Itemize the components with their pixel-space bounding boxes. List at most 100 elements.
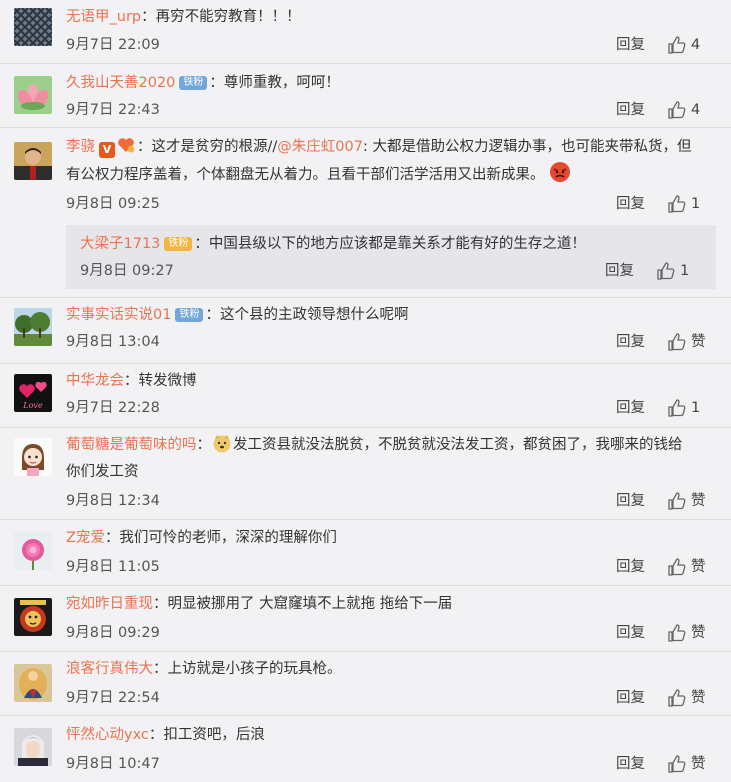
reply-button[interactable]: 回复 <box>616 557 645 577</box>
avatar[interactable] <box>14 664 52 702</box>
comment-text: 宛如昨日重现：明显被挪用了 大窟窿填不上就拖 拖给下一届 <box>66 591 713 618</box>
timestamp: 9月8日 09:25 <box>66 196 160 212</box>
comment-text: 实事实话实说01 铁粉 ：这个县的主政领导想什么呢啊 <box>66 302 713 329</box>
comment-item: 无语甲_urp：再穷不能穷教育！！！ 9月7日 22:09 回复 4 <box>0 0 731 64</box>
comment-meta: 9月8日 11:05 回复 赞 <box>66 557 721 577</box>
like-count: 1 <box>691 400 701 416</box>
avatar[interactable]: Love <box>14 374 52 412</box>
timestamp: 9月7日 22:43 <box>66 102 160 118</box>
thumbs-up-icon <box>668 689 686 707</box>
thumbs-up-icon <box>668 195 686 213</box>
thumbs-up-icon <box>668 36 686 54</box>
timestamp: 9月8日 09:29 <box>66 625 160 641</box>
comment-meta: 9月7日 22:43 回复 4 <box>66 100 721 120</box>
reply-button[interactable]: 回复 <box>605 261 634 281</box>
avatar[interactable] <box>14 308 52 346</box>
like-button[interactable]: 赞 <box>661 688 717 708</box>
like-button[interactable]: 赞 <box>661 332 717 352</box>
angry-face-icon <box>549 162 570 182</box>
like-count: 4 <box>691 102 701 118</box>
avatar[interactable] <box>14 728 52 766</box>
avatar[interactable] <box>14 8 52 46</box>
comment-text: 久我山天善2020 铁粉 ：尊师重教，呵呵！ <box>66 70 713 97</box>
avatar[interactable] <box>14 76 52 114</box>
username[interactable]: 无语甲_urp <box>66 9 141 25</box>
username[interactable]: 葡萄糖是葡萄味的吗 <box>66 437 197 453</box>
comment-body: ：明显被挪用了 大窟窿填不上就拖 拖给下一届 <box>153 596 453 612</box>
like-button[interactable]: 1 <box>650 261 706 281</box>
like-count: 1 <box>680 263 690 279</box>
username[interactable]: 大梁子1713 <box>80 236 160 252</box>
reply-button[interactable]: 回复 <box>616 35 645 55</box>
reply-button[interactable]: 回复 <box>616 100 645 120</box>
username[interactable]: 实事实话实说01 <box>66 307 171 323</box>
comment-meta: 9月8日 10:47 回复 赞 <box>66 754 721 774</box>
comment-item: 浪客行真伟大：上访就是小孩子的玩具枪。 9月7日 22:54 回复 赞 <box>0 652 731 716</box>
like-count: 1 <box>691 196 701 212</box>
comment-body-line2: 有公权力程序盖着，个体翻盘无从着力。且看干部们活学活用又出新成果。 <box>66 167 545 183</box>
comment-body: ：这个县的主政领导想什么呢啊 <box>205 307 409 323</box>
mention-link[interactable]: @朱庄虹007 <box>277 139 363 155</box>
avatar[interactable] <box>14 438 52 476</box>
username[interactable]: 久我山天善2020 <box>66 75 175 91</box>
reply-button[interactable]: 回复 <box>616 491 645 511</box>
comment-meta: 9月7日 22:54 回复 赞 <box>66 688 721 708</box>
like-button[interactable]: 赞 <box>661 557 717 577</box>
timestamp: 9月8日 13:04 <box>66 334 160 350</box>
username[interactable]: 李骁 <box>66 139 95 155</box>
comment-item: 李骁 V ：这才是贫穷的根源//@朱庄虹007: 大都是借助公权力逻辑办事，也可能夹… <box>0 128 731 298</box>
fan-badge: 铁粉 <box>175 308 204 322</box>
username[interactable]: 浪客行真伟大 <box>66 661 153 677</box>
comment-body: ：我们可怜的老师，深深的理解你们 <box>104 530 337 546</box>
doge-emoji-icon <box>213 435 231 453</box>
timestamp: 9月8日 10:47 <box>66 756 160 772</box>
comment-text: 无语甲_urp：再穷不能穷教育！！！ <box>66 4 713 31</box>
avatar[interactable] <box>14 142 52 180</box>
avatar[interactable] <box>14 598 52 636</box>
username[interactable]: 怦然心动yxc <box>66 727 149 743</box>
comment-body-line2: 你们发工资 <box>66 464 139 480</box>
comment-text: Z宠爱：我们可怜的老师，深深的理解你们 <box>66 525 713 552</box>
like-button[interactable]: 赞 <box>661 491 717 511</box>
sub-reply: 大梁子1713 铁粉 ：中国县级以下的地方应该都是靠关系才能有好的生存之道！ 9月8… <box>66 225 716 289</box>
like-button[interactable]: 1 <box>661 194 717 214</box>
comment-text: 怦然心动yxc：扣工资吧，后浪 <box>66 722 713 749</box>
timestamp: 9月8日 11:05 <box>66 559 160 575</box>
comment-item: 怦然心动yxc：扣工资吧，后浪 9月8日 10:47 回复 赞 <box>0 716 731 782</box>
reply-button[interactable]: 回复 <box>616 688 645 708</box>
reply-button[interactable]: 回复 <box>616 754 645 774</box>
username[interactable]: 宛如昨日重现 <box>66 596 153 612</box>
reply-button[interactable]: 回复 <box>616 623 645 643</box>
thumbs-up-icon <box>668 558 686 576</box>
like-button[interactable]: 4 <box>661 100 717 120</box>
thumbs-up-icon <box>668 492 686 510</box>
comment-meta: 9月8日 12:34 回复 赞 <box>66 491 721 511</box>
thumbs-up-icon <box>668 755 686 773</box>
reply-button[interactable]: 回复 <box>616 332 645 352</box>
thumbs-up-icon <box>668 101 686 119</box>
username[interactable]: Z宠爱 <box>66 530 105 546</box>
comment-body: ：再穷不能穷教育！！！ <box>141 9 301 25</box>
comment-meta: 9月8日 13:04 回复 赞 <box>66 332 721 352</box>
sub-reply-meta: 9月8日 09:27 回复 1 <box>80 261 710 281</box>
fan-badge: 铁粉 <box>179 76 208 90</box>
verified-icon: V <box>99 142 115 158</box>
like-button[interactable]: 4 <box>661 35 717 55</box>
comment-body: ：这才是贫穷的根源// <box>137 139 278 155</box>
reply-button[interactable]: 回复 <box>616 194 645 214</box>
comment-body: ：尊师重教，呵呵！ <box>209 75 340 91</box>
comment-item: Love 中华龙会：转发微博 9月7日 22:28 回复 1 <box>0 364 731 428</box>
like-button[interactable]: 赞 <box>661 754 717 774</box>
svg-text:Love: Love <box>22 401 43 410</box>
like-button[interactable]: 赞 <box>661 623 717 643</box>
reply-button[interactable]: 回复 <box>616 398 645 418</box>
sub-reply-body: ：中国县级以下的地方应该都是靠关系才能有好的生存之道！ <box>194 236 586 252</box>
like-count: 赞 <box>691 756 706 772</box>
like-button[interactable]: 1 <box>661 398 717 418</box>
timestamp: 9月7日 22:54 <box>66 690 160 706</box>
thumbs-up-icon <box>668 333 686 351</box>
avatar[interactable] <box>14 532 52 570</box>
comment-body: ：转发微博 <box>124 373 197 389</box>
username[interactable]: 中华龙会 <box>66 373 124 389</box>
comment-body-cont: : 大都是借助公权力逻辑办事，也可能夹带私货，但 <box>362 139 692 155</box>
